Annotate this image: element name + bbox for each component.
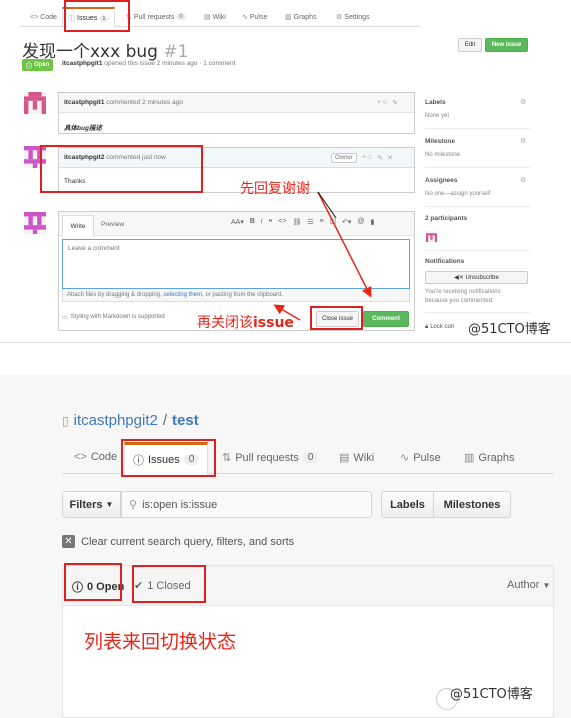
repo-owner-link[interactable]: itcastphpgit2 (74, 412, 158, 429)
repo-icon: ▯ (62, 413, 69, 428)
triangle-down-icon: ▼ (542, 581, 551, 590)
tab-label: Pulse (413, 451, 441, 464)
arrow-to-editor (273, 304, 301, 321)
watermark: @51CTO博客 (450, 687, 533, 702)
highlight-open-toggle (64, 563, 122, 601)
search-input[interactable] (142, 498, 353, 511)
tab-label: Graphs (478, 451, 515, 464)
tab-pulse[interactable]: ∿ Pulse (400, 451, 441, 465)
annotation-toggle-states: 列表来回切换状态 (84, 631, 237, 653)
author-label: Author (507, 579, 540, 591)
arrow-black (317, 191, 337, 219)
triangle-down-icon: ▼ (105, 500, 114, 509)
tab-label: Code (90, 451, 118, 463)
code-icon: <> (74, 451, 87, 463)
annotation-arrows (273, 191, 372, 321)
tab-code[interactable]: <> Code (74, 451, 117, 463)
repo-separator: / (162, 412, 168, 429)
labels-button[interactable]: Labels (381, 491, 434, 518)
tab-graphs[interactable]: ▥ Graphs (464, 451, 515, 465)
filters-dropdown[interactable]: Filters ▼ (62, 491, 121, 518)
tab-label: Wiki (353, 451, 375, 464)
watermark: @51CTO博客 (468, 322, 551, 337)
repo-name-link[interactable]: test (172, 412, 199, 429)
pr-count: 0 (302, 452, 319, 463)
search-icon: ⚲ (129, 499, 138, 511)
tab-label: Pull requests (235, 451, 299, 464)
issue-search: ⚲ (121, 491, 372, 518)
book-icon: ▤ (339, 452, 350, 464)
highlight-closed-toggle (132, 565, 206, 603)
graph-icon: ▥ (464, 452, 475, 464)
highlight-issues-tab (121, 439, 216, 477)
author-filter-dropdown[interactable]: Author ▼ (507, 579, 550, 591)
milestones-button[interactable]: Milestones (433, 491, 511, 518)
x-icon: ✕ (62, 535, 75, 548)
pulse-icon: ∿ (400, 452, 410, 464)
tab-wiki[interactable]: ▤ Wiki (339, 451, 375, 465)
issue-page-screenshot: <> Code ⓘ Issues 1 ⇅ Pull requests 0 ▤ W… (0, 0, 571, 343)
repo-title: ▯ itcastphpgit2 / test (62, 412, 199, 429)
arrow-to-comment (317, 191, 372, 298)
git-pull-request-icon: ⇅ (222, 452, 232, 464)
tab-pull-requests[interactable]: ⇅ Pull requests 0 (222, 451, 319, 464)
clear-filters-link[interactable]: ✕ Clear current search query, filters, a… (62, 535, 294, 548)
clear-filters-label: Clear current search query, filters, and… (81, 535, 295, 548)
filters-label: Filters (69, 498, 103, 511)
